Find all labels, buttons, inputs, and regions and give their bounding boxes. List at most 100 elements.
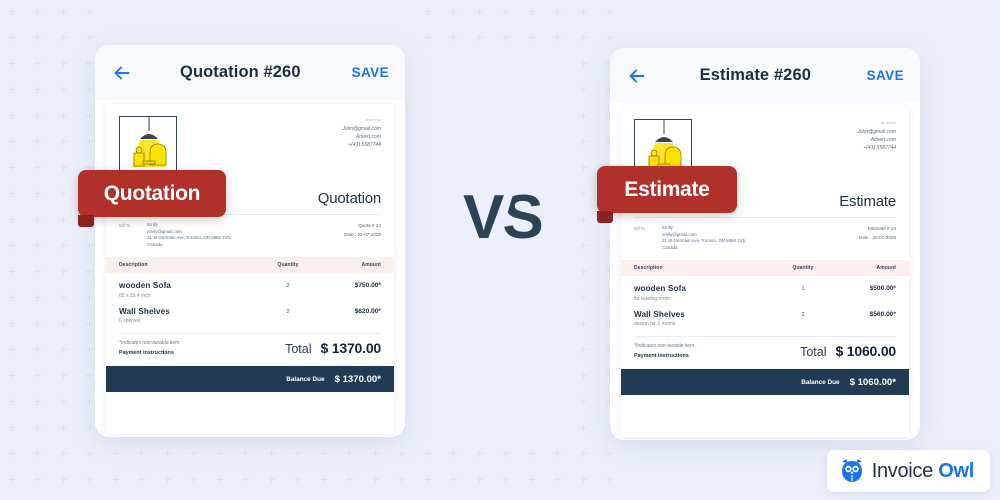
plus-decoration-icon [320,450,327,457]
plus-decoration-icon [580,294,587,301]
plus-decoration-icon [60,216,67,223]
plus-decoration-icon [216,450,223,457]
address-line: +(41) 5587744 [863,144,896,151]
plus-decoration-icon [86,372,93,379]
plus-decoration-icon [398,476,405,483]
plus-decoration-icon [8,34,15,41]
plus-decoration-icon [580,112,587,119]
plus-decoration-icon [242,450,249,457]
balance-due-label: Balance Due [801,378,840,386]
plus-decoration-icon [112,450,119,457]
plus-decoration-icon [580,8,587,15]
plus-decoration-icon [606,476,613,483]
estimate-ribbon-badge: Estimate [597,166,737,223]
plus-decoration-icon [86,424,93,431]
table-row: Wall Shelves design for 2 rooms 2 $560.0… [621,302,909,328]
column-header-quantity: Quantity [792,265,814,272]
table-header-row: Description Quantity Amount [621,260,909,277]
plus-decoration-icon [60,8,67,15]
line-items-table: Description Quantity Amount wooden Sofa … [106,257,394,366]
plus-decoration-icon [34,216,41,223]
plus-decoration-icon [580,164,587,171]
ribbon-label: Quotation [103,181,201,205]
plus-decoration-icon [424,476,431,483]
save-button[interactable]: SAVE [352,65,389,80]
plus-decoration-icon [34,8,41,15]
plus-decoration-icon [8,424,15,431]
plus-decoration-icon [60,190,67,197]
plus-decoration-icon [8,320,15,327]
plus-decoration-icon [450,8,457,15]
plus-decoration-icon [554,8,561,15]
plus-decoration-icon [580,424,587,431]
bill-to-label: Bill To [634,226,646,231]
plus-decoration-icon [60,346,67,353]
bill-to-label: Bill To [119,223,131,228]
plus-decoration-icon [268,476,275,483]
plus-decoration-icon [502,476,509,483]
item-name: wooden Sofa [119,281,172,291]
logo-wordmark: Invoice Owl [871,459,975,483]
balance-due-amount: $ 1060.00* [849,376,896,388]
bill-to-line: emily@gmail.com [147,228,182,234]
plus-decoration-icon [8,294,15,301]
plus-decoration-icon [580,60,587,67]
sender-address-block: Address John@gmail.com Advert.com +(41) … [342,116,381,174]
plus-decoration-icon [86,8,93,15]
plus-decoration-icon [8,164,15,171]
plus-decoration-icon [528,450,535,457]
document-number: Quote # 24 [358,223,381,228]
plus-decoration-icon [60,138,67,145]
plus-decoration-icon [450,34,457,41]
estimate-card-header: Estimate #260 SAVE [610,48,920,103]
plus-decoration-icon [86,86,93,93]
invoiceowl-logo[interactable]: Invoice Owl [826,450,990,492]
plus-decoration-icon [294,450,301,457]
plus-decoration-icon [424,8,431,15]
plus-decoration-icon [580,450,587,457]
plus-decoration-icon [554,450,561,457]
item-amount: $500.00* [869,285,896,293]
plus-decoration-icon [34,320,41,327]
plus-decoration-icon [580,216,587,223]
plus-decoration-icon [580,138,587,145]
plus-decoration-icon [8,476,15,483]
plus-decoration-icon [580,372,587,379]
total-amount: $ 1370.00 [320,340,382,357]
plus-decoration-icon [424,34,431,41]
bill-to-row: Bill To Emily emily@gmail.com 31 St Germ… [106,215,394,248]
hanging-lamp-furniture-illustration [119,116,177,174]
plus-decoration-icon [8,372,15,379]
plus-decoration-icon [476,34,483,41]
address-line: Advert.com [355,133,381,140]
plus-decoration-icon [8,86,15,93]
plus-decoration-icon [34,398,41,405]
document-meta: Quote # 24 Date : 22-07-2020 [344,222,381,248]
totals-row: *Indicates non-taxable item Payment inst… [621,337,909,369]
plus-decoration-icon [138,450,145,457]
total-label: Total [800,345,827,360]
sheet-top-row: Address John@gmail.com Advert.com +(41) … [106,104,394,174]
address-line: +(41) 5587744 [348,141,381,148]
plus-decoration-icon [34,294,41,301]
logo-word-invoice: Invoice [871,459,934,482]
plus-decoration-icon [8,398,15,405]
plus-decoration-icon [320,476,327,483]
save-button[interactable]: SAVE [867,68,904,83]
column-header-amount: Amount [361,262,381,269]
plus-decoration-icon [34,242,41,249]
plus-decoration-icon [8,450,15,457]
plus-decoration-icon [34,424,41,431]
plus-decoration-icon [606,34,613,41]
address-line: John@gmail.com [342,125,381,132]
plus-decoration-icon [346,450,353,457]
item-amount: $750.00* [354,282,381,290]
plus-decoration-icon [60,112,67,119]
plus-decoration-icon [580,190,587,197]
address-line: Advert.com [870,136,896,143]
document-meta: Estimate # 24 Date : 22-07-2020 [859,225,896,251]
plus-decoration-icon [34,112,41,119]
plus-decoration-icon [8,346,15,353]
bill-to-line: 31 St Germain Ave, Toronto, ON M5M 1V5, [662,238,747,244]
bill-to-line: Emily [662,225,673,230]
